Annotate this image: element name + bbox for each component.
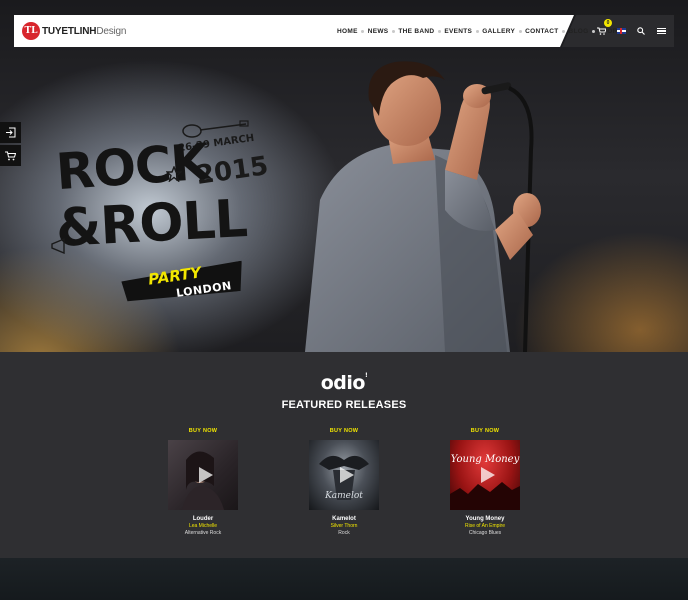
featured-releases-section: odio! FEATURED RELEASES BUY NOW Louder L… — [0, 352, 688, 558]
section-title: FEATURED RELEASES — [281, 399, 407, 411]
release-card: BUY NOW Kamelot Kamelot Silver Thorn Roc… — [299, 428, 389, 536]
search-icon[interactable] — [636, 26, 646, 36]
site-logo[interactable]: TL TUYETLINHDesign — [22, 22, 126, 40]
svg-text:Kamelot: Kamelot — [324, 491, 363, 501]
odio-logo: odio! — [320, 372, 368, 394]
buy-now-link[interactable]: BUY NOW — [440, 428, 530, 434]
release-genre: Rock — [338, 530, 350, 536]
nav-item-contact[interactable]: CONTACT — [518, 28, 563, 35]
buy-now-link[interactable]: BUY NOW — [158, 428, 248, 434]
header-icons: 0 — [596, 15, 666, 47]
language-uk-flag-icon[interactable] — [616, 26, 626, 36]
nav-item-events[interactable]: EVENTS — [437, 28, 477, 35]
release-card: BUY NOW Young Money Young Money Rise of … — [440, 428, 530, 536]
buy-now-link[interactable]: BUY NOW — [299, 428, 389, 434]
play-icon[interactable] — [340, 467, 354, 483]
event-poster: 26-29 MARCH 2015 ROCK &ROLL PARTY LONDON — [50, 120, 310, 320]
main-nav: HOME NEWS THE BAND EVENTS GALLERY CONTAC… — [332, 15, 627, 47]
logo-mark: TL — [22, 22, 40, 40]
release-genre: Chicago Blues — [468, 530, 502, 536]
release-card: BUY NOW Louder Lea Michelle Alternative … — [158, 428, 248, 536]
nav-item-gallery[interactable]: GALLERY — [475, 28, 520, 35]
album-cover[interactable] — [168, 440, 238, 510]
hamburger-menu-icon[interactable] — [656, 26, 666, 36]
release-title[interactable]: Kamelot — [299, 516, 389, 522]
cart-icon[interactable]: 0 — [596, 19, 612, 36]
login-icon[interactable] — [0, 122, 21, 143]
release-genre: Alternative Rock — [184, 530, 222, 536]
star-icon — [166, 166, 182, 182]
release-title[interactable]: Young Money — [440, 516, 530, 522]
release-title[interactable]: Louder — [158, 516, 248, 522]
hero-banner: 26-29 MARCH 2015 ROCK &ROLL PARTY LONDON — [0, 0, 688, 352]
release-artist[interactable]: Rise of An Empire — [440, 523, 530, 529]
megaphone-icon — [51, 238, 65, 254]
site-header: TL TUYETLINHDesign HOME NEWS THE BAND EV… — [14, 15, 674, 47]
performer-image — [305, 61, 541, 352]
hero-title-line1: ROCK — [54, 132, 211, 202]
release-artist[interactable]: Silver Thorn — [299, 523, 389, 529]
play-icon[interactable] — [199, 467, 213, 483]
logo-text: TUYETLINHDesign — [42, 25, 127, 37]
cart-count-badge: 0 — [604, 19, 612, 27]
nav-item-news[interactable]: NEWS — [361, 28, 394, 35]
nav-item-blog[interactable]: BLOG — [562, 28, 594, 35]
nav-item-home[interactable]: HOME — [332, 28, 363, 35]
album-cover[interactable]: Kamelot — [309, 440, 379, 510]
release-artist[interactable]: Lea Michelle — [158, 523, 248, 529]
play-icon[interactable] — [481, 467, 495, 483]
album-cover[interactable]: Young Money — [450, 440, 520, 510]
footer-strip — [0, 558, 688, 600]
hero-title-line2: &ROLL — [54, 189, 249, 259]
side-cart-icon[interactable] — [0, 145, 21, 166]
svg-text:Young Money: Young Money — [451, 454, 520, 465]
nav-item-the-band[interactable]: THE BAND — [391, 28, 439, 35]
